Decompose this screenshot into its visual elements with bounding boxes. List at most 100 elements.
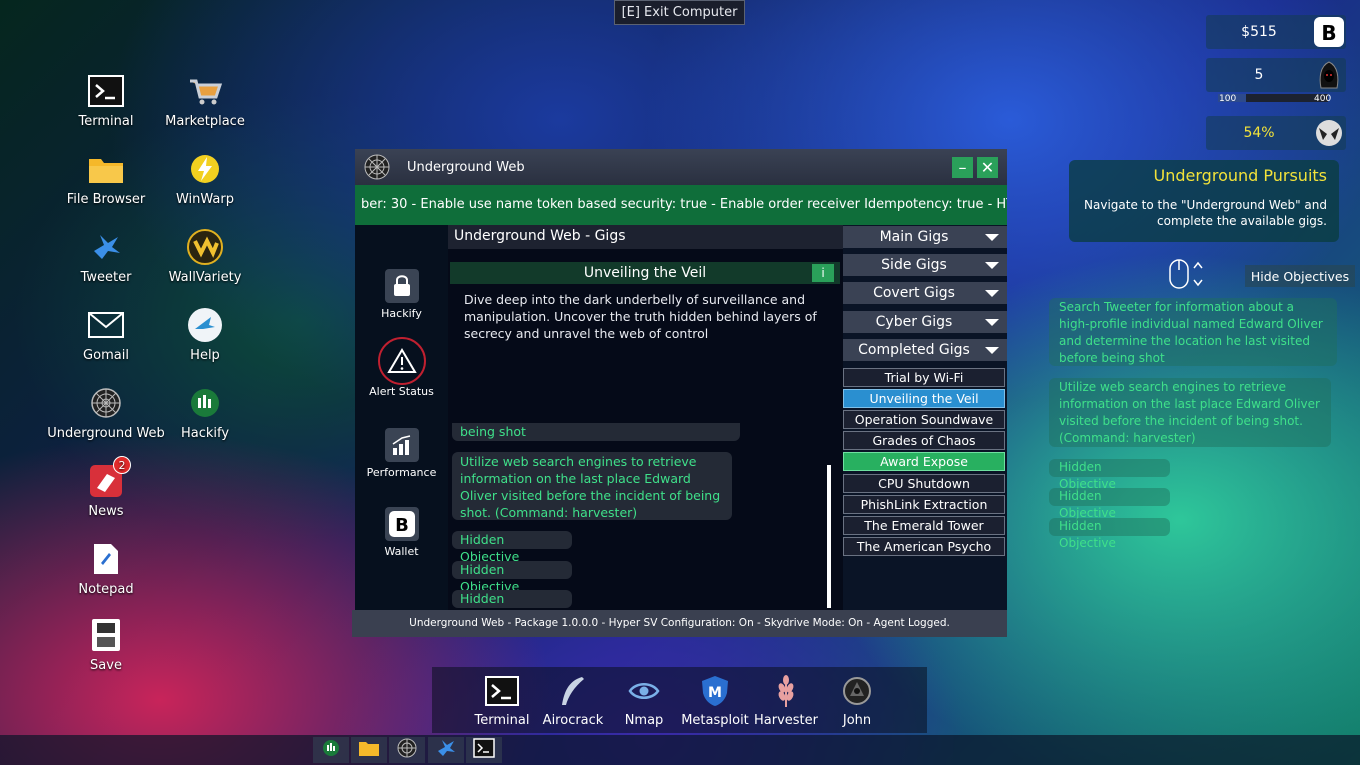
chevron-down-icon [985,261,999,269]
objective-hidden: Hidden Objective [452,561,572,594]
window-status-bar: Underground Web - Package 1.0.0.0 - Hype… [352,610,1007,637]
desktop-icon-underground-web[interactable]: Underground Web [47,384,165,441]
notepad-icon [87,540,125,578]
chevron-down-icon [985,318,999,326]
desktop-icon-label: Gomail [83,348,129,363]
terminal-icon [87,72,125,110]
underground-web-window: Underground Web – ✕ ber: 30 - Enable use… [352,149,1007,637]
dock-item-airocrack[interactable]: Airocrack [538,673,609,728]
gig-categories: Main Gigs Side Gigs Covert Gigs Cyber Gi… [843,225,1007,610]
folder-icon [358,739,380,761]
desktop-icon-marketplace[interactable]: Marketplace [157,72,253,129]
gig-item-award-expose[interactable]: Award Expose [843,452,1005,471]
terminal-icon [484,673,520,709]
taskbar-item-tweeter[interactable] [428,737,464,763]
objective-item: Utilize web search engines to retrieve i… [1049,378,1331,447]
desktop-icon-gomail[interactable]: Gomail [58,306,154,363]
sidebar-item-alert-status[interactable]: Alert Status [355,337,448,398]
desktop-icon-label: Terminal [78,114,134,129]
desktop-icon-terminal[interactable]: Terminal [58,72,154,129]
taskbar-item-underground-web[interactable] [389,737,425,763]
window-sidebar: Hackify Alert Status Performance B Walle… [355,225,448,610]
shield-icon: M [697,673,733,709]
window-titlebar[interactable]: Underground Web – ✕ [355,149,1007,185]
gig-item-trial-by-wifi[interactable]: Trial by Wi-Fi [843,368,1005,387]
minimize-button[interactable]: – [952,156,973,178]
desktop-icon-wallvariety[interactable]: WallVariety [157,228,253,285]
chevron-down-icon [985,233,999,241]
chevron-down-icon [985,289,999,297]
bird-icon [87,228,125,266]
dock-item-john[interactable]: John [822,673,893,728]
hide-objectives-button[interactable]: Hide Objectives [1245,265,1355,287]
chart-growth-icon [384,428,419,462]
desktop-icon-hackify[interactable]: Hackify [157,384,253,441]
sidebar-item-wallet[interactable]: B Wallet [355,507,448,558]
dock-item-harvester[interactable]: Harvester [751,673,822,728]
gig-item-the-emerald-tower[interactable]: The Emerald Tower [843,516,1005,535]
folder-icon [87,150,125,188]
gig-item-phishlink-extraction[interactable]: PhishLink Extraction [843,495,1005,514]
desktop-icon-label: File Browser [66,192,146,207]
desktop-icon-label: WallVariety [168,270,242,285]
dock-item-nmap[interactable]: Nmap [609,673,680,728]
svg-text:B: B [1321,21,1336,45]
gig-item-cpu-shutdown[interactable]: CPU Shutdown [843,474,1005,493]
category-covert-gigs[interactable]: Covert Gigs [843,282,1007,304]
gig-item-the-american-psycho[interactable]: The American Psycho [843,537,1005,556]
category-label: Cyber Gigs [875,314,953,330]
objective-hidden: Hidden Objective [452,590,572,610]
gig-item-unveiling-the-veil[interactable]: Unveiling the Veil [843,389,1005,408]
dock-item-terminal[interactable]: Terminal [467,673,538,728]
svg-text:M: M [708,685,722,701]
dock-item-label: Terminal [474,713,530,728]
sidebar-item-performance[interactable]: Performance [355,428,448,479]
scrollbar[interactable] [827,465,831,608]
hackify-icon [186,384,224,422]
dock-item-label: Nmap [624,713,664,728]
category-label: Completed Gigs [858,342,970,358]
terminal-icon [473,738,495,762]
taskbar-item-hackify[interactable] [313,737,349,763]
content-header: Underground Web - Gigs [448,225,843,249]
category-completed-gigs[interactable]: Completed Gigs [843,339,1007,361]
category-cyber-gigs[interactable]: Cyber Gigs [843,311,1007,333]
reputation-display: 5 [1206,58,1346,92]
desktop-icon-winwarp[interactable]: WinWarp [157,150,253,207]
desktop-icon-save[interactable]: Save [58,616,154,673]
dock-item-metasploit[interactable]: M Metasploit [680,673,751,728]
sidebar-item-hackify[interactable]: Hackify [355,269,448,320]
gig-item-grades-of-chaos[interactable]: Grades of Chaos [843,431,1005,450]
pursuits-panel: Underground Pursuits Navigate to the "Un… [1069,160,1339,242]
desktop-icon-label: Notepad [78,582,134,597]
taskbar-item-file-browser[interactable] [351,737,387,763]
money-display: $515 B [1206,15,1346,49]
desktop-icon-label: Marketplace [165,114,245,129]
desktop-icon-notepad[interactable]: Notepad [58,540,154,597]
bitcoin-icon: B [384,507,419,541]
taskbar [0,735,1360,765]
category-side-gigs[interactable]: Side Gigs [843,254,1007,276]
gig-title: Unveiling the Veil i [450,262,840,284]
svg-text:B: B [395,515,409,536]
desktop-icon-file-browser[interactable]: File Browser [58,150,154,207]
pursuits-title: Underground Pursuits [1153,166,1327,185]
desktop-icon-help[interactable]: Help [157,306,253,363]
money-value: $515 [1241,24,1277,40]
desktop-icon-tweeter[interactable]: Tweeter [58,228,154,285]
category-label: Main Gigs [879,229,949,245]
sidebar-item-label: Hackify [381,307,422,320]
gig-item-operation-soundwave[interactable]: Operation Soundwave [843,410,1005,429]
wheat-icon [768,673,804,709]
info-button[interactable]: i [812,264,834,282]
category-main-gigs[interactable]: Main Gigs [843,226,1007,248]
exit-computer-button[interactable]: [E] Exit Computer [614,0,745,25]
john-ripper-icon [839,673,875,709]
taskbar-item-terminal[interactable] [466,737,502,763]
desktop-icon-news[interactable]: 2 News [58,456,154,519]
close-button[interactable]: ✕ [977,156,998,178]
spiderweb-icon [363,153,391,181]
spiderweb-icon [397,738,417,762]
chevron-down-icon [985,346,999,354]
warning-icon [377,337,426,385]
